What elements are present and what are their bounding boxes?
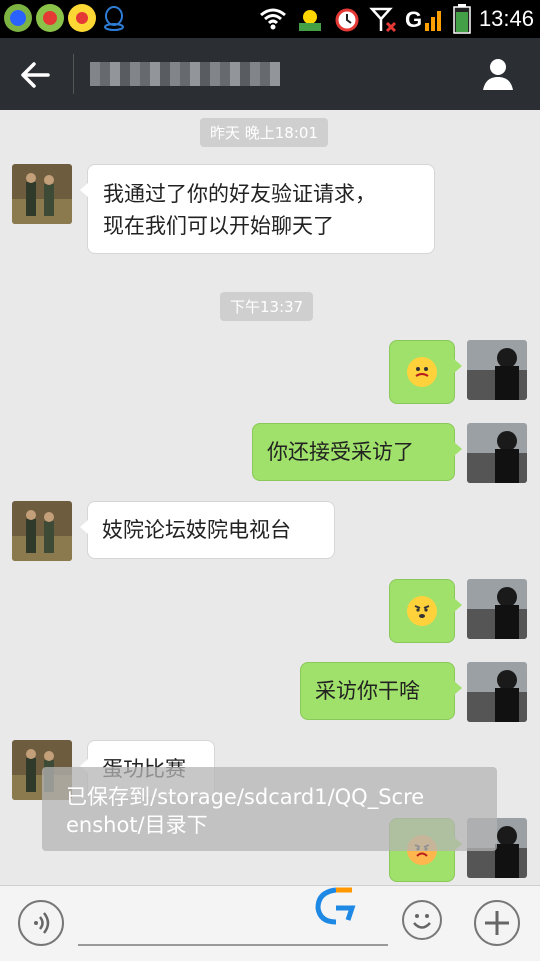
input-bar <box>0 885 540 961</box>
system-icons: G 13:46 <box>259 4 534 34</box>
clock: 13:46 <box>478 6 534 31</box>
angry-face-icon <box>407 596 437 626</box>
svg-text:G: G <box>405 7 422 32</box>
arrow-left-icon[interactable] <box>18 58 52 92</box>
plus-icon[interactable] <box>474 900 520 946</box>
my-avatar[interactable] <box>467 662 527 722</box>
app-icon-2 <box>36 4 64 32</box>
grimace-face-icon <box>407 357 437 387</box>
message-bubble[interactable]: 你还接受采访了 <box>252 423 462 481</box>
watermark-logo <box>315 887 356 925</box>
timestamp: 下午13:37 <box>220 292 314 321</box>
message-bubble[interactable] <box>389 340 462 404</box>
qq-icon <box>100 4 128 32</box>
contact-avatar[interactable] <box>12 501 72 561</box>
app-icon-3 <box>68 4 96 32</box>
person-icon[interactable] <box>480 56 516 92</box>
signal-g-icon: G <box>405 7 441 32</box>
chat-header <box>0 38 540 110</box>
timestamp: 昨天 晚上18:01 <box>200 118 328 147</box>
alarm-icon <box>335 8 359 32</box>
app-icon-1 <box>4 4 32 32</box>
message-input[interactable] <box>78 944 388 946</box>
wifi-icon <box>259 8 286 30</box>
smile-icon[interactable] <box>402 900 442 940</box>
contact-avatar[interactable] <box>12 164 72 224</box>
header-divider <box>73 54 74 94</box>
signal-1-icon <box>369 7 396 33</box>
message-bubble[interactable] <box>389 579 462 643</box>
status-bar: G 13:46 <box>0 0 540 38</box>
my-avatar[interactable] <box>467 579 527 639</box>
message-bubble[interactable]: 我通过了你的好友验证请求， 现在我们可以开始聊天了 <box>80 164 435 254</box>
notification-icons <box>4 4 128 32</box>
my-avatar[interactable] <box>467 423 527 483</box>
message-bubble[interactable]: 采访你干啥 <box>300 662 462 720</box>
my-avatar[interactable] <box>467 340 527 400</box>
battery-icon <box>453 4 471 34</box>
message-bubble[interactable]: 妓院论坛妓院电视台 <box>80 501 335 559</box>
weather-icon <box>298 10 321 31</box>
toast-message: 已保存到/storage/sdcard1/QQ_Scre enshot/目录下 <box>42 767 497 851</box>
voice-icon[interactable] <box>18 900 64 946</box>
contact-name-redacted <box>90 62 280 86</box>
